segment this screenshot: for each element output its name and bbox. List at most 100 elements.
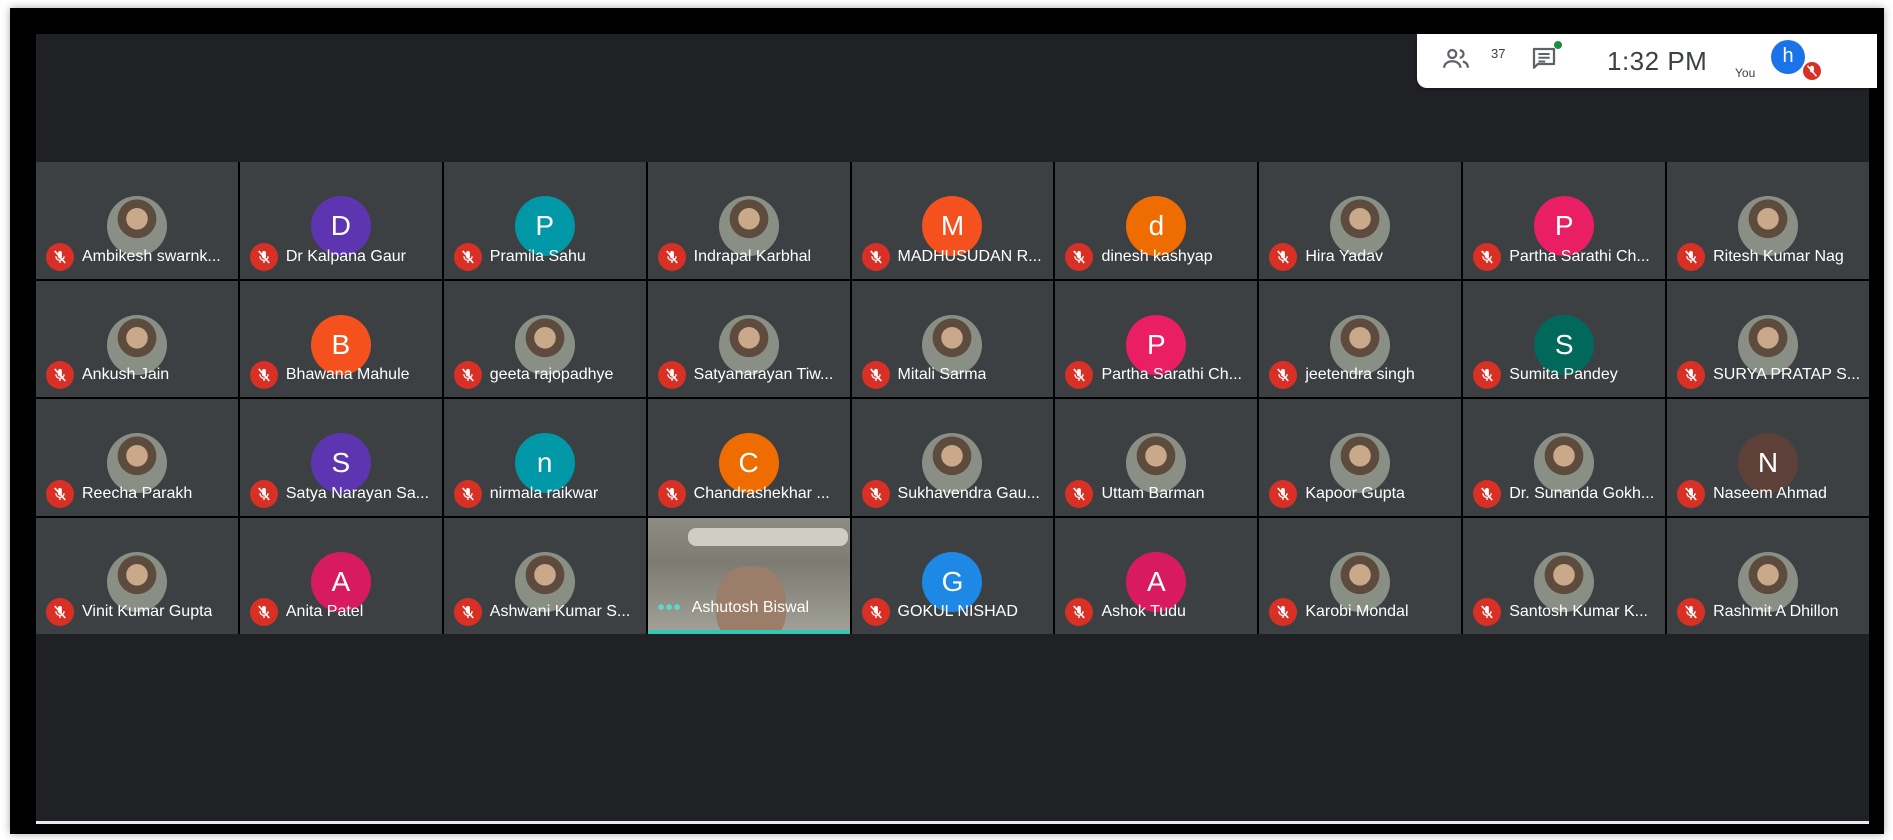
participant-name-row: Partha Sarathi Ch... xyxy=(1473,242,1659,271)
mic-muted-icon xyxy=(861,361,890,389)
participant-name: Pramila Sahu xyxy=(489,247,586,265)
participant-tile[interactable]: Vinit Kumar Gupta xyxy=(36,517,238,634)
mic-muted-icon xyxy=(46,242,74,271)
participant-name-row: nirmala raikwar xyxy=(453,479,640,508)
participant-tile[interactable]: N Naseem Ahmad xyxy=(1667,399,1869,516)
participant-name: GOKUL NISHAD xyxy=(897,603,1018,620)
participant-name: MADHUSUDAN R... xyxy=(897,247,1042,265)
participant-name: Rashmit A Dhillon xyxy=(1713,603,1839,620)
participant-tile[interactable]: Rashmit A Dhillon xyxy=(1667,517,1869,634)
chat-notification-dot xyxy=(1554,41,1562,49)
participant-tile[interactable]: D Dr Kalpana Gaur xyxy=(239,162,442,279)
meeting-window: 37 1:32 PM You h Ambikesh swarnk... D Dr… xyxy=(36,34,1877,824)
mic-muted-icon xyxy=(1473,479,1502,508)
participant-name-row: Sukhavendra Gau... xyxy=(861,479,1048,508)
mic-muted-icon xyxy=(1677,361,1706,389)
participant-name: Hira Yadav xyxy=(1305,247,1383,265)
participant-tile[interactable]: A Ashok Tudu xyxy=(1055,517,1258,634)
participant-name: Ritesh Kumar Nag xyxy=(1713,247,1844,265)
speaking-indicator-icon: ••• xyxy=(657,596,682,619)
top-bar: 37 1:32 PM You h xyxy=(36,34,1877,160)
mic-muted-icon xyxy=(1269,361,1298,389)
self-mic-muted-icon xyxy=(1803,62,1821,80)
bottom-divider xyxy=(36,821,1869,824)
participant-tile[interactable]: d dinesh kashyap xyxy=(1055,162,1258,279)
mic-muted-icon xyxy=(1677,479,1706,508)
participant-name-row: Reecha Parakh xyxy=(46,479,232,508)
participant-name: Partha Sarathi Ch... xyxy=(1509,247,1650,265)
participant-name: Reecha Parakh xyxy=(82,484,193,502)
participant-tile-video[interactable]: ••• Ashutosh Biswal xyxy=(647,517,850,634)
participant-name: Dr. Sunanda Gokh... xyxy=(1509,484,1655,502)
participant-tile[interactable]: Sukhavendra Gau... xyxy=(851,399,1054,516)
people-button[interactable]: 37 xyxy=(1441,42,1505,78)
mic-muted-icon xyxy=(453,361,482,389)
mic-muted-icon xyxy=(1473,361,1502,389)
participant-name: Satyanarayan Tiw... xyxy=(693,366,834,383)
participant-tile[interactable]: G GOKUL NISHAD xyxy=(851,517,1054,634)
participant-tile[interactable]: P Partha Sarathi Ch... xyxy=(1463,162,1666,279)
participant-tile[interactable]: A Anita Patel xyxy=(239,517,442,634)
mic-muted-icon xyxy=(1677,242,1706,271)
participant-tile[interactable]: Kapoor Gupta xyxy=(1259,399,1462,516)
mic-muted-icon xyxy=(1269,242,1298,271)
participant-tile[interactable]: Uttam Barman xyxy=(1055,399,1258,516)
participant-tile[interactable]: M MADHUSUDAN R... xyxy=(851,162,1054,279)
participant-tile[interactable]: Dr. Sunanda Gokh... xyxy=(1463,399,1666,516)
participant-name-row: Bhawana Mahule xyxy=(249,361,436,389)
participant-tile[interactable]: Ambikesh swarnk... xyxy=(36,162,238,279)
participant-tile[interactable]: Hira Yadav xyxy=(1259,162,1462,279)
participant-tile[interactable]: SURYA PRATAP S... xyxy=(1667,280,1869,397)
participant-tile[interactable]: Ashwani Kumar S... xyxy=(443,517,646,634)
mic-muted-icon xyxy=(657,361,686,389)
participant-tile[interactable]: geeta rajopadhye xyxy=(443,280,646,397)
participant-name-row: Sumita Pandey xyxy=(1473,361,1659,389)
participant-tile[interactable]: P Pramila Sahu xyxy=(443,162,646,279)
mic-muted-icon xyxy=(861,479,890,508)
participant-tile[interactable]: jeetendra singh xyxy=(1259,280,1462,397)
participant-tile[interactable]: Satyanarayan Tiw... xyxy=(647,280,850,397)
participant-tile[interactable]: S Sumita Pandey xyxy=(1463,280,1666,397)
participant-name: Sukhavendra Gau... xyxy=(897,484,1040,502)
mic-muted-icon xyxy=(46,598,74,626)
participant-tile[interactable]: Mitali Sarma xyxy=(851,280,1054,397)
participant-name: jeetendra singh xyxy=(1305,366,1415,383)
participant-tile[interactable]: Santosh Kumar K... xyxy=(1463,517,1666,634)
participant-name-row: Ashok Tudu xyxy=(1065,598,1251,626)
participant-tile[interactable]: B Bhawana Mahule xyxy=(239,280,442,397)
participant-tile[interactable]: Ankush Jain xyxy=(36,280,238,397)
participant-tile[interactable]: Karobi Mondal xyxy=(1259,517,1462,634)
screen-frame: 37 1:32 PM You h Ambikesh swarnk... D Dr… xyxy=(10,8,1884,834)
participant-name-row: Partha Sarathi Ch... xyxy=(1065,361,1251,389)
participant-name-row: Ritesh Kumar Nag xyxy=(1677,242,1863,271)
participant-tile[interactable]: P Partha Sarathi Ch... xyxy=(1055,280,1258,397)
participant-name: Ashwani Kumar S... xyxy=(489,603,631,620)
participant-tile[interactable]: S Satya Narayan Sa... xyxy=(239,399,442,516)
people-count: 37 xyxy=(1491,46,1506,61)
participant-name: Ashutosh Biswal xyxy=(691,599,810,616)
participant-name: Bhawana Mahule xyxy=(285,366,410,383)
mic-muted-icon xyxy=(1065,598,1094,626)
participant-name-row: Pramila Sahu xyxy=(453,242,640,271)
participant-name: Partha Sarathi Ch... xyxy=(1101,366,1242,383)
participant-tile[interactable]: Indrapal Karbhal xyxy=(647,162,850,279)
participant-name-row: Santosh Kumar K... xyxy=(1473,598,1659,626)
participant-name-row: Dr. Sunanda Gokh... xyxy=(1473,479,1659,508)
participant-name-row: jeetendra singh xyxy=(1269,361,1455,389)
participant-name: Santosh Kumar K... xyxy=(1509,603,1648,620)
participant-name: Karobi Mondal xyxy=(1305,603,1409,620)
participant-name-row: Ambikesh swarnk... xyxy=(46,242,232,271)
self-avatar[interactable]: h xyxy=(1771,40,1805,74)
participant-name: Uttam Barman xyxy=(1101,484,1205,502)
participant-tile[interactable]: n nirmala raikwar xyxy=(443,399,646,516)
chat-icon xyxy=(1532,47,1556,69)
participant-tile[interactable]: Reecha Parakh xyxy=(36,399,238,516)
participant-tile[interactable]: Ritesh Kumar Nag xyxy=(1667,162,1869,279)
mic-muted-icon xyxy=(453,598,482,626)
participant-tile[interactable]: C Chandrashekhar ... xyxy=(647,399,850,516)
mic-muted-icon xyxy=(657,242,686,271)
participant-name-row: Satyanarayan Tiw... xyxy=(657,361,844,389)
participant-name: SURYA PRATAP S... xyxy=(1713,366,1861,383)
participant-name-row: Satya Narayan Sa... xyxy=(249,479,436,508)
mic-muted-icon xyxy=(1065,242,1094,271)
